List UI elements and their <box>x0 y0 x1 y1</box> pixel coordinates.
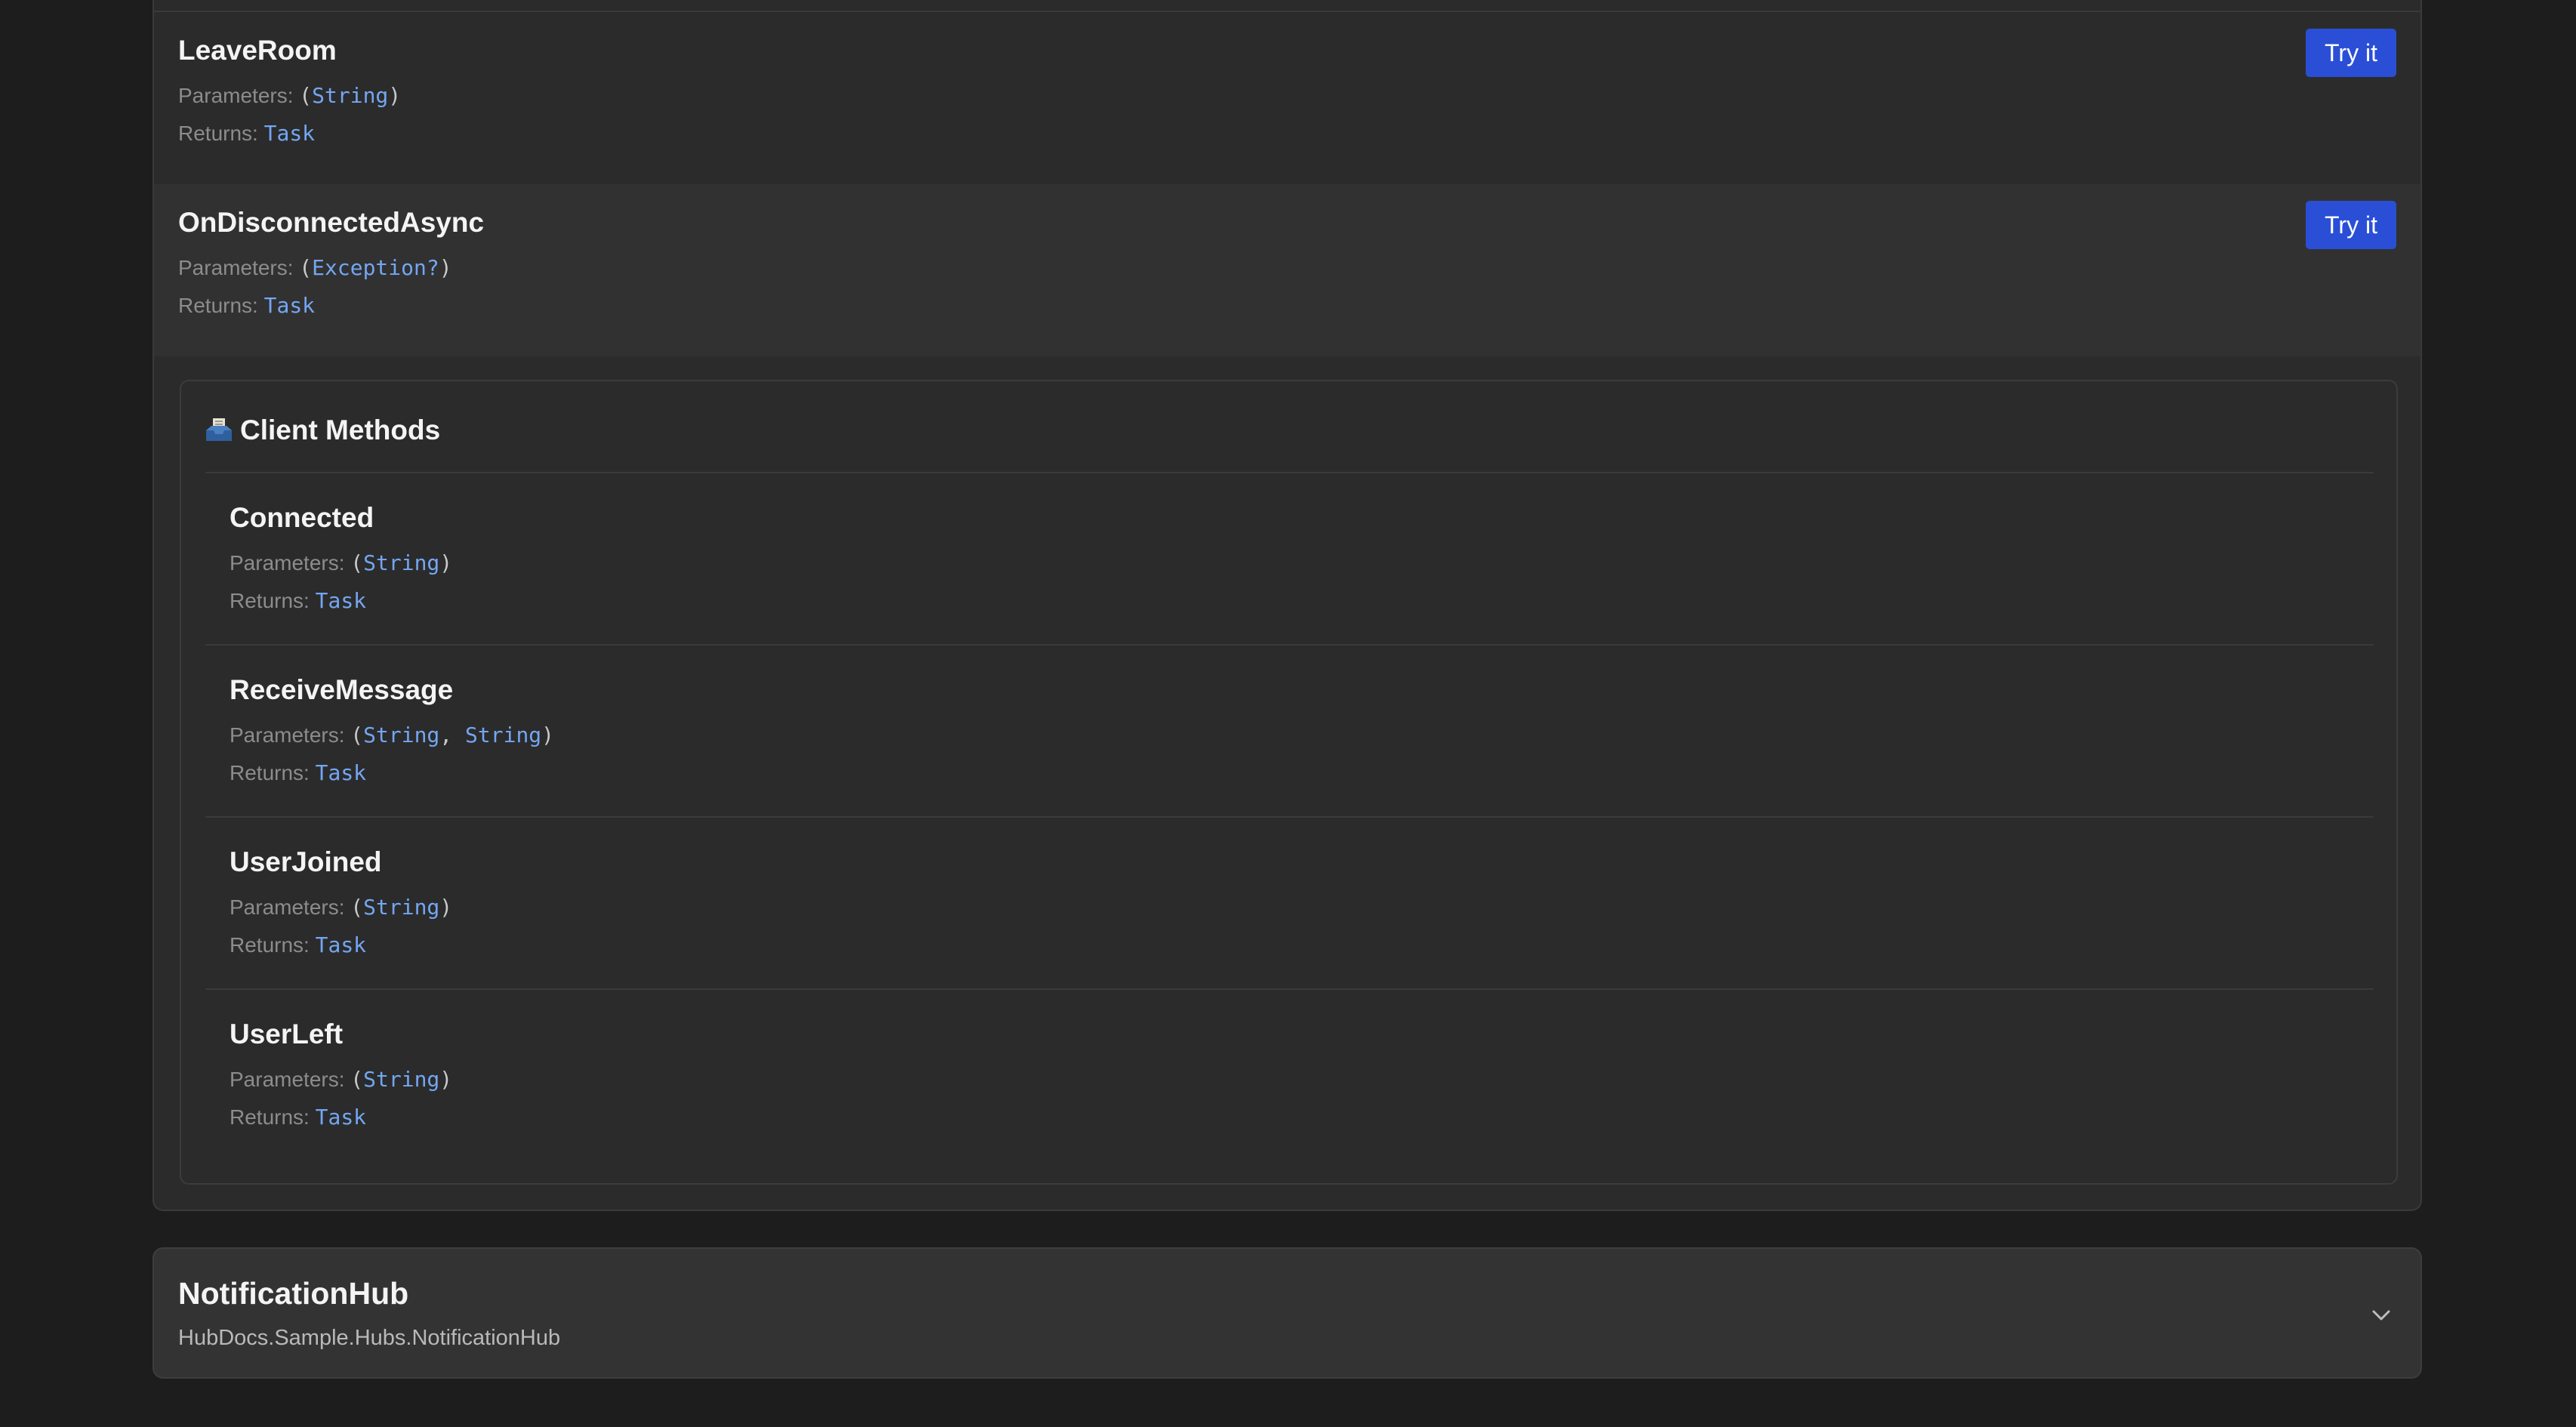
return-type: Task <box>263 121 316 146</box>
chevron-down-icon[interactable] <box>2366 1300 2396 1330</box>
returns-label: Returns: <box>178 122 258 145</box>
parameters-label: Parameters: <box>230 1068 345 1091</box>
method-parameters: Parameters: (String) <box>230 1067 452 1092</box>
client-methods-section: Client Methods Connected Parameters: (St… <box>180 380 2398 1185</box>
close-paren: ) <box>439 550 453 575</box>
hub-namespace: HubDocs.Sample.Hubs.NotificationHub <box>178 1326 561 1350</box>
open-paren: ( <box>350 895 364 920</box>
client-methods-header: Client Methods <box>204 404 440 457</box>
open-paren: ( <box>299 83 313 108</box>
parameters-label: Parameters: <box>230 723 345 747</box>
method-parameters: Parameters: (Exception?) <box>178 255 452 280</box>
try-it-button[interactable]: Try it <box>2306 201 2396 249</box>
returns-label: Returns: <box>230 761 310 784</box>
inbox-tray-icon <box>204 415 234 445</box>
method-returns: Returns: Task <box>230 588 366 613</box>
method-name: OnDisconnectedAsync <box>178 207 485 238</box>
server-method-leave-room: LeaveRoom Parameters: (String) Returns: … <box>154 12 2420 184</box>
parameters-label: Parameters: <box>178 256 294 279</box>
param-type: Exception? <box>312 255 439 280</box>
method-parameters: Parameters: (String) <box>178 83 401 108</box>
hub-card-chathub: LeaveRoom Parameters: (String) Returns: … <box>153 0 2422 1211</box>
parameters-label: Parameters: <box>230 895 345 919</box>
client-method-receive-message: ReceiveMessage Parameters: (String, Stri… <box>205 644 2374 816</box>
try-it-button[interactable]: Try it <box>2306 29 2396 77</box>
method-name: UserLeft <box>230 1019 344 1049</box>
method-name: ReceiveMessage <box>230 674 454 705</box>
returns-label: Returns: <box>230 933 310 957</box>
close-paren: ) <box>541 723 555 747</box>
parameters-label: Parameters: <box>178 84 294 107</box>
return-type: Task <box>315 588 367 613</box>
close-paren: ) <box>439 895 453 920</box>
method-name: UserJoined <box>230 846 382 877</box>
close-paren: ) <box>439 255 452 280</box>
method-parameters: Parameters: (String) <box>230 550 452 575</box>
close-paren: ) <box>439 1067 453 1092</box>
returns-label: Returns: <box>178 294 258 317</box>
method-returns: Returns: Task <box>230 932 366 957</box>
param-type: String <box>465 723 542 747</box>
param-type: String <box>363 723 440 747</box>
param-type: String <box>363 550 440 575</box>
method-returns: Returns: Task <box>178 121 315 146</box>
close-paren: ) <box>388 83 402 108</box>
param-separator: , <box>439 723 466 747</box>
param-type: String <box>363 895 440 920</box>
method-returns: Returns: Task <box>230 760 366 785</box>
method-name: LeaveRoom <box>178 35 337 66</box>
returns-label: Returns: <box>230 1105 310 1129</box>
client-methods-title: Client Methods <box>240 415 441 445</box>
method-name: Connected <box>230 502 374 533</box>
returns-label: Returns: <box>230 589 310 612</box>
open-paren: ( <box>350 1067 364 1092</box>
client-method-connected: Connected Parameters: (String) Returns: … <box>205 472 2374 644</box>
param-type: String <box>312 83 389 108</box>
hub-title: NotificationHub <box>178 1276 409 1311</box>
open-paren: ( <box>350 550 364 575</box>
parameters-label: Parameters: <box>230 551 345 575</box>
return-type: Task <box>315 1105 367 1130</box>
return-type: Task <box>263 293 316 318</box>
param-type: String <box>363 1067 440 1092</box>
method-returns: Returns: Task <box>230 1105 366 1130</box>
page-root: LeaveRoom Parameters: (String) Returns: … <box>0 0 2576 1427</box>
hub-card-notificationhub[interactable]: NotificationHub HubDocs.Sample.Hubs.Noti… <box>153 1247 2422 1379</box>
method-returns: Returns: Task <box>178 293 315 318</box>
client-method-user-joined: UserJoined Parameters: (String) Returns:… <box>205 816 2374 988</box>
client-method-user-left: UserLeft Parameters: (String) Returns: T… <box>205 988 2374 1160</box>
open-paren: ( <box>299 255 313 280</box>
return-type: Task <box>315 932 367 957</box>
server-method-on-disconnected-async: OnDisconnectedAsync Parameters: (Excepti… <box>154 184 2420 356</box>
open-paren: ( <box>350 723 364 747</box>
method-parameters: Parameters: (String, String) <box>230 723 554 747</box>
return-type: Task <box>315 760 367 785</box>
method-parameters: Parameters: (String) <box>230 895 452 920</box>
